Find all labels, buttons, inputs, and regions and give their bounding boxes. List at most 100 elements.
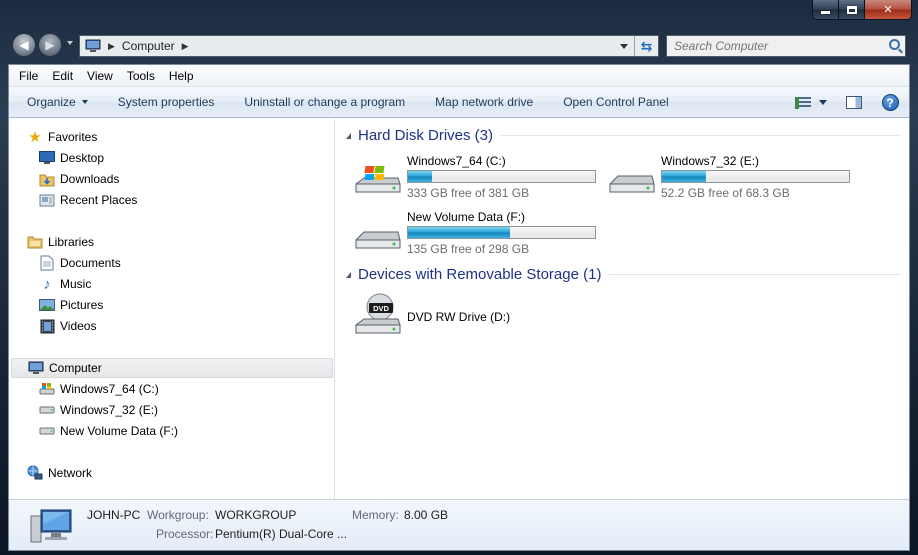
downloads-folder-icon: [39, 171, 55, 187]
menu-help[interactable]: Help: [162, 69, 201, 83]
sidebar-item-documents[interactable]: Documents: [39, 253, 121, 273]
drive-name: Windows7_64 (C:): [407, 154, 506, 168]
map-network-drive-button[interactable]: Map network drive: [420, 95, 548, 109]
drive-name: New Volume Data (F:): [407, 210, 526, 224]
help-button[interactable]: ?: [875, 91, 905, 115]
system-properties-label: System properties: [117, 95, 215, 109]
drive-tile-f[interactable]: New Volume Data (F:) 135 GB free of 298 …: [354, 210, 604, 258]
hard-drive-icon: [609, 175, 655, 193]
sidebar-item-label: Recent Places: [60, 193, 138, 207]
menu-view[interactable]: View: [80, 69, 120, 83]
breadcrumb-separator-icon[interactable]: ▶: [182, 41, 189, 52]
processor-value: Pentium(R) Dual-Core ...: [215, 527, 348, 541]
open-control-panel-button[interactable]: Open Control Panel: [548, 95, 683, 109]
sidebar-item-label: Computer: [49, 361, 102, 375]
pc-name: JOHN-PC: [87, 508, 141, 522]
sidebar-item-recent-places[interactable]: Recent Places: [39, 190, 137, 210]
drive-tile-e[interactable]: Windows7_32 (E:) 52.2 GB free of 68.3 GB: [608, 154, 858, 202]
command-bar: Organize System properties Uninstall or …: [9, 87, 909, 118]
processor-label: Processor:: [156, 527, 214, 541]
documents-icon: [39, 255, 55, 271]
desktop-icon: [39, 150, 55, 166]
back-button[interactable]: ◀: [12, 33, 36, 57]
menu-file[interactable]: File: [12, 69, 45, 83]
close-button[interactable]: ✕: [865, 0, 911, 19]
hdd-group-header[interactable]: Hard Disk Drives (3): [346, 127, 901, 144]
chevron-down-icon: [81, 100, 88, 104]
help-icon: ?: [881, 94, 899, 111]
content-pane: Hard Disk Drives (3) Windows7_64 (C:) 33…: [336, 119, 909, 499]
sidebar-item-desktop[interactable]: Desktop: [39, 148, 104, 168]
sidebar-item-drive-f[interactable]: New Volume Data (F:): [39, 421, 178, 441]
refresh-button[interactable]: ⇆: [634, 36, 658, 56]
removable-group-header[interactable]: Devices with Removable Storage (1): [346, 266, 901, 283]
address-bar[interactable]: ▶ Computer ▶ ⇆: [79, 35, 659, 57]
group-title: Devices with Removable Storage (1): [358, 266, 602, 283]
sidebar-item-music[interactable]: ♪ Music: [39, 274, 91, 294]
windows-drive-icon: [355, 166, 401, 193]
sidebar-item-videos[interactable]: Videos: [39, 316, 96, 336]
sidebar-item-label: Network: [48, 466, 93, 480]
forward-button[interactable]: ▶: [38, 33, 62, 57]
sidebar-item-label: Windows7_64 (C:): [60, 382, 159, 396]
recent-pages-dropdown[interactable]: [67, 41, 73, 45]
music-icon: ♪: [43, 275, 51, 293]
workgroup-value: WORKGROUP: [215, 508, 297, 522]
menu-edit[interactable]: Edit: [45, 69, 80, 83]
search-icon[interactable]: [889, 39, 900, 50]
preview-pane-button[interactable]: [839, 91, 869, 115]
videos-icon: [39, 318, 55, 334]
recent-places-icon: [39, 192, 55, 208]
sidebar-item-drive-c[interactable]: Windows7_64 (C:): [39, 379, 159, 399]
sidebar-item-downloads[interactable]: Downloads: [39, 169, 119, 189]
sidebar-item-drive-e[interactable]: Windows7_32 (E:): [39, 400, 158, 420]
workgroup-label: Workgroup:: [147, 508, 209, 522]
search-box[interactable]: [666, 35, 906, 57]
group-divider: [501, 135, 901, 136]
breadcrumb-separator-icon[interactable]: ▶: [108, 41, 115, 52]
drive-free-space: 333 GB free of 381 GB: [407, 186, 530, 200]
change-view-button[interactable]: [789, 91, 833, 115]
sidebar-item-label: Documents: [60, 256, 121, 270]
computer-icon: [85, 39, 101, 52]
organize-button[interactable]: Organize: [9, 95, 103, 109]
chevron-down-icon: [819, 100, 827, 105]
libraries-icon: [27, 234, 43, 250]
sidebar-item-network[interactable]: Network: [27, 463, 92, 483]
sidebar-item-computer[interactable]: Computer: [11, 358, 333, 378]
collapse-group-icon[interactable]: [346, 132, 351, 139]
sidebar-item-label: Pictures: [60, 298, 104, 312]
search-input[interactable]: [674, 39, 874, 53]
minimize-button[interactable]: [813, 0, 839, 19]
breadcrumb-computer[interactable]: Computer: [122, 39, 175, 53]
sidebar-item-label: Desktop: [60, 151, 105, 165]
close-icon: ✕: [883, 4, 893, 16]
sidebar-item-label: Music: [60, 277, 92, 291]
drive-usage-bar: [407, 170, 596, 183]
uninstall-program-label: Uninstall or change a program: [244, 95, 406, 109]
views-icon: [795, 96, 811, 109]
sidebar-item-label: Videos: [60, 319, 97, 333]
forward-arrow-icon: ▶: [45, 38, 55, 52]
sidebar-item-libraries[interactable]: Libraries: [27, 232, 94, 252]
menu-tools[interactable]: Tools: [120, 69, 162, 83]
open-control-panel-label: Open Control Panel: [563, 95, 669, 109]
group-divider: [609, 274, 901, 275]
sidebar-item-favorites[interactable]: ★ Favorites: [27, 127, 97, 147]
command-bar-right: ?: [789, 87, 909, 118]
maximize-button[interactable]: [839, 0, 865, 19]
hard-drive-icon: [355, 231, 401, 249]
sidebar-item-label: Windows7_32 (E:): [60, 403, 159, 417]
uninstall-program-button[interactable]: Uninstall or change a program: [229, 95, 420, 109]
drive-tile-c[interactable]: Windows7_64 (C:) 333 GB free of 381 GB: [354, 154, 604, 202]
drive-usage-bar: [661, 170, 850, 183]
hard-drive-icon: [39, 423, 55, 439]
sidebar-item-pictures[interactable]: Pictures: [39, 295, 103, 315]
drive-tile-dvd[interactable]: DVD DVD RW Drive (D:): [354, 293, 604, 341]
system-properties-button[interactable]: System properties: [103, 95, 230, 109]
refresh-icon: ⇆: [640, 37, 653, 54]
address-dropdown-icon[interactable]: [620, 44, 628, 49]
drive-usage-bar: [407, 226, 596, 239]
collapse-group-icon[interactable]: [346, 271, 351, 278]
computer-icon: [30, 509, 72, 543]
